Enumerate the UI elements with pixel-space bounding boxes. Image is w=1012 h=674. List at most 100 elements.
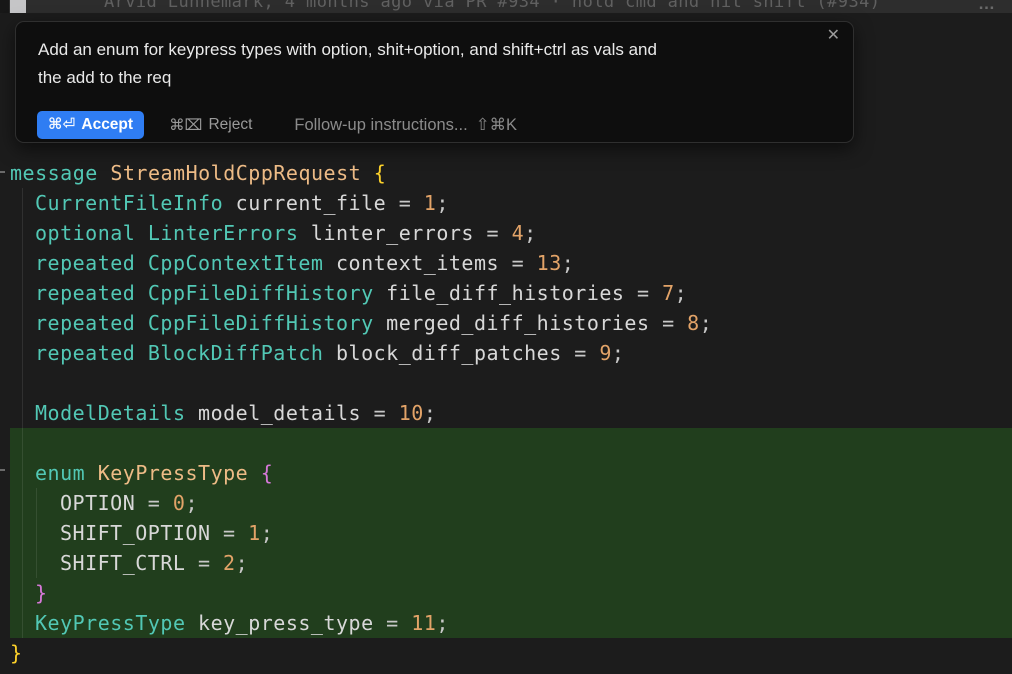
code-token: 13	[537, 251, 562, 275]
code-line[interactable]: repeated CppFileDiffHistory merged_diff_…	[10, 308, 1012, 338]
code-token: linter_errors	[311, 221, 487, 245]
followup-instructions[interactable]: Follow-up instructions... ⇧⌘K	[294, 115, 517, 135]
prompt-text-line1: Add an enum for keypress types with opti…	[38, 40, 657, 59]
accept-button[interactable]: ⌘⏎ Accept	[37, 111, 144, 139]
reject-button[interactable]: ⌘⌧ Reject	[169, 116, 252, 135]
code-token: ;	[236, 551, 249, 575]
code-token: =	[574, 341, 599, 365]
code-token: =	[637, 281, 662, 305]
code-token: repeated	[35, 251, 148, 275]
code-token: =	[662, 311, 687, 335]
code-token: KeyPressType	[98, 461, 261, 485]
code-line[interactable]: SHIFT_OPTION = 1;	[10, 518, 1012, 548]
code-line[interactable]: SHIFT_CTRL = 2;	[10, 548, 1012, 578]
prompt-text-line2: the add to the req	[38, 68, 171, 87]
code-token: optional	[35, 221, 148, 245]
code-token: =	[487, 221, 512, 245]
code-token: CppContextItem	[148, 251, 336, 275]
code-line[interactable]: CurrentFileInfo current_file = 1;	[10, 188, 1012, 218]
code-token: BlockDiffPatch	[148, 341, 336, 365]
close-icon[interactable]: ✕	[827, 28, 840, 44]
code-token: ;	[436, 191, 449, 215]
code-token: 1	[424, 191, 437, 215]
code-token: context_items	[336, 251, 512, 275]
code-line[interactable]: optional LinterErrors linter_errors = 4;	[10, 218, 1012, 248]
code-token: 1	[248, 521, 261, 545]
code-token: enum	[35, 461, 98, 485]
code-line[interactable]: }	[10, 638, 1012, 668]
followup-label: Follow-up instructions...	[294, 116, 467, 135]
code-token: ;	[675, 281, 688, 305]
code-line[interactable]	[10, 368, 1012, 398]
code-token: OPTION	[60, 491, 148, 515]
code-line[interactable]	[10, 428, 1012, 458]
code-line[interactable]: OPTION = 0;	[10, 488, 1012, 518]
code-token: LinterErrors	[148, 221, 311, 245]
code-token: key_press_type	[198, 611, 386, 635]
code-token: repeated	[35, 281, 148, 305]
code-line[interactable]: message StreamHoldCppRequest {	[10, 158, 1012, 188]
code-token: SHIFT_OPTION	[60, 521, 223, 545]
code-token: ;	[424, 401, 437, 425]
code-line[interactable]: ModelDetails model_details = 10;	[10, 398, 1012, 428]
code-token: repeated	[35, 311, 148, 335]
code-token: }	[10, 641, 23, 665]
reject-label: Reject	[208, 116, 252, 134]
code-line[interactable]: }	[10, 578, 1012, 608]
code-token: ;	[562, 251, 575, 275]
inline-edit-popup: ✕ Add an enum for keypress types with op…	[15, 21, 854, 143]
code-token: =	[399, 191, 424, 215]
code-token: 8	[687, 311, 700, 335]
code-token: CppFileDiffHistory	[148, 281, 386, 305]
code-token: block_diff_patches	[336, 341, 574, 365]
code-token: ;	[261, 521, 274, 545]
code-token: 11	[411, 611, 436, 635]
code-token: merged_diff_histories	[386, 311, 662, 335]
code-token: ModelDetails	[35, 401, 198, 425]
code-token: ;	[700, 311, 713, 335]
code-token: ;	[185, 491, 198, 515]
code-token: current_file	[236, 191, 399, 215]
prompt-text: Add an enum for keypress types with opti…	[38, 36, 828, 92]
code-token: SHIFT_CTRL	[60, 551, 198, 575]
code-token: 7	[662, 281, 675, 305]
scrollbar-thumb[interactable]	[10, 0, 26, 13]
blame-bar-notch	[0, 0, 9, 13]
fold-chevron-icon[interactable]	[0, 469, 5, 471]
code-token: =	[223, 521, 248, 545]
code-token: 2	[223, 551, 236, 575]
code-token: =	[374, 401, 399, 425]
code-token: CurrentFileInfo	[35, 191, 236, 215]
blame-text[interactable]: Arvid Lunnemark, 4 months ago via PR #93…	[104, 0, 880, 12]
code-line[interactable]: KeyPressType key_press_type = 11;	[10, 608, 1012, 638]
code-token: 4	[512, 221, 525, 245]
code-token: file_diff_histories	[386, 281, 637, 305]
shift-cmd-k-shortcut: ⇧⌘K	[476, 115, 517, 135]
fold-chevron-icon[interactable]	[0, 171, 5, 173]
code-token: =	[198, 551, 223, 575]
code-editor[interactable]: message StreamHoldCppRequest {CurrentFil…	[0, 158, 1012, 668]
cmd-delete-icon: ⌘⌧	[169, 116, 202, 135]
popup-buttons: ⌘⏎ Accept ⌘⌧ Reject Follow-up instructio…	[37, 111, 517, 139]
code-token: =	[148, 491, 173, 515]
code-line[interactable]: repeated CppFileDiffHistory file_diff_hi…	[10, 278, 1012, 308]
code-line[interactable]: enum KeyPressType {	[10, 458, 1012, 488]
blame-overflow-icon[interactable]: …	[978, 0, 996, 13]
code-line[interactable]: repeated CppContextItem context_items = …	[10, 248, 1012, 278]
code-token: 0	[173, 491, 186, 515]
code-token: ;	[436, 611, 449, 635]
blame-bar: Arvid Lunnemark, 4 months ago via PR #93…	[0, 0, 1012, 13]
code-token: =	[386, 611, 411, 635]
code-token: message	[10, 161, 110, 185]
code-token: KeyPressType	[35, 611, 198, 635]
code-token: ;	[612, 341, 625, 365]
cmd-return-icon: ⌘⏎	[48, 115, 75, 134]
code-token: 10	[399, 401, 424, 425]
code-token: repeated	[35, 341, 148, 365]
code-token: ;	[524, 221, 537, 245]
code-token: =	[512, 251, 537, 275]
code-token: StreamHoldCppRequest	[110, 161, 373, 185]
accept-label: Accept	[81, 116, 133, 134]
code-token: CppFileDiffHistory	[148, 311, 386, 335]
code-line[interactable]: repeated BlockDiffPatch block_diff_patch…	[10, 338, 1012, 368]
